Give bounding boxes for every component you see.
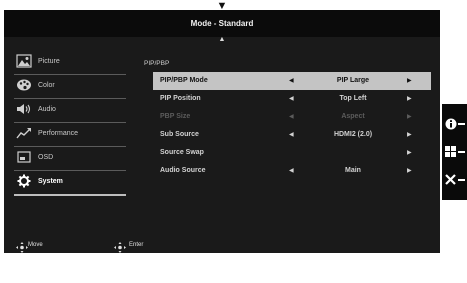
row-value: Top Left xyxy=(339,95,367,102)
right-arrow-icon[interactable]: ▶ xyxy=(407,72,412,90)
sidebar-item-label: Picture xyxy=(38,58,60,65)
footer: Move Enter xyxy=(4,238,440,253)
row-value: PIP Large xyxy=(336,77,370,84)
row-value: Aspect xyxy=(341,113,365,120)
row-value: HDMI2 (2.0) xyxy=(333,131,373,138)
sidebar-item-label: OSD xyxy=(38,154,54,161)
enter-nav-icon xyxy=(114,240,126,258)
enter-hint: Enter xyxy=(129,242,144,248)
sidebar-item-label: System xyxy=(38,178,63,185)
menu-row-audio-source[interactable]: Audio Source ◀ Main ▶ xyxy=(153,162,431,180)
sidebar-item-label: Performance xyxy=(38,130,79,137)
sidebar-item-osd[interactable]: OSD xyxy=(14,146,126,171)
sidebar-item-color[interactable]: Color xyxy=(14,74,126,99)
menu-row-sub-source[interactable]: Sub Source ◀ HDMI2 (2.0) ▶ xyxy=(153,126,431,144)
move-nav-icon xyxy=(16,240,28,258)
layout-button[interactable] xyxy=(442,142,467,162)
side-button-panel xyxy=(442,104,467,200)
speaker-icon xyxy=(16,102,32,116)
row-value: Main xyxy=(345,167,361,174)
osd-window: Mode - Standard ▲ Picture Color Audio Pe… xyxy=(4,10,440,253)
menu-row-pip-mode[interactable]: PIP/PBP Mode ◀ PIP Large ▶ xyxy=(153,72,431,90)
close-button[interactable] xyxy=(442,170,467,190)
menu-row-pbp-size: PBP Size ◀ Aspect ▶ xyxy=(153,108,431,126)
right-arrow-icon[interactable]: ▶ xyxy=(407,90,412,108)
row-name: PIP/PBP Mode xyxy=(160,77,208,84)
layout-icon xyxy=(442,146,467,166)
gear-icon xyxy=(16,174,32,188)
right-arrow-icon[interactable]: ▶ xyxy=(407,162,412,180)
left-arrow-icon[interactable]: ◀ xyxy=(289,162,294,180)
left-arrow-icon[interactable]: ◀ xyxy=(289,72,294,90)
row-name: Source Swap xyxy=(160,149,204,156)
sidebar-item-label: Color xyxy=(38,82,55,89)
scroll-up-icon: ▲ xyxy=(218,36,226,43)
row-name: Audio Source xyxy=(160,167,206,174)
info-icon xyxy=(442,118,467,138)
info-button[interactable] xyxy=(442,114,467,134)
palette-icon xyxy=(16,78,32,92)
right-arrow-icon: ▶ xyxy=(407,114,412,120)
menu-row-source-swap[interactable]: Source Swap ▶ xyxy=(153,144,431,162)
left-arrow-icon[interactable]: ◀ xyxy=(289,90,294,108)
row-name: PBP Size xyxy=(160,113,191,120)
page-title: Mode - Standard xyxy=(190,19,254,28)
close-icon xyxy=(442,174,467,194)
row-name: PIP Position xyxy=(160,95,201,102)
osd-icon xyxy=(16,150,32,164)
row-name: Sub Source xyxy=(160,131,199,138)
move-hint: Move xyxy=(28,242,43,248)
right-arrow-icon[interactable]: ▶ xyxy=(407,126,412,144)
picture-icon xyxy=(16,54,32,68)
sidebar-item-audio[interactable]: Audio xyxy=(14,98,126,123)
right-arrow-icon[interactable]: ▶ xyxy=(407,144,412,162)
sidebar-item-system[interactable]: System xyxy=(14,170,126,196)
section-label: PIP/PBP xyxy=(144,60,170,67)
menu-row-pip-position[interactable]: PIP Position ◀ Top Left ▶ xyxy=(153,90,431,108)
left-arrow-icon[interactable]: ◀ xyxy=(289,126,294,144)
sidebar-item-label: Audio xyxy=(38,106,56,113)
left-arrow-icon: ◀ xyxy=(289,114,294,120)
performance-icon xyxy=(16,126,32,140)
sidebar-item-performance[interactable]: Performance xyxy=(14,122,126,147)
sidebar-item-picture[interactable]: Picture xyxy=(14,50,126,75)
